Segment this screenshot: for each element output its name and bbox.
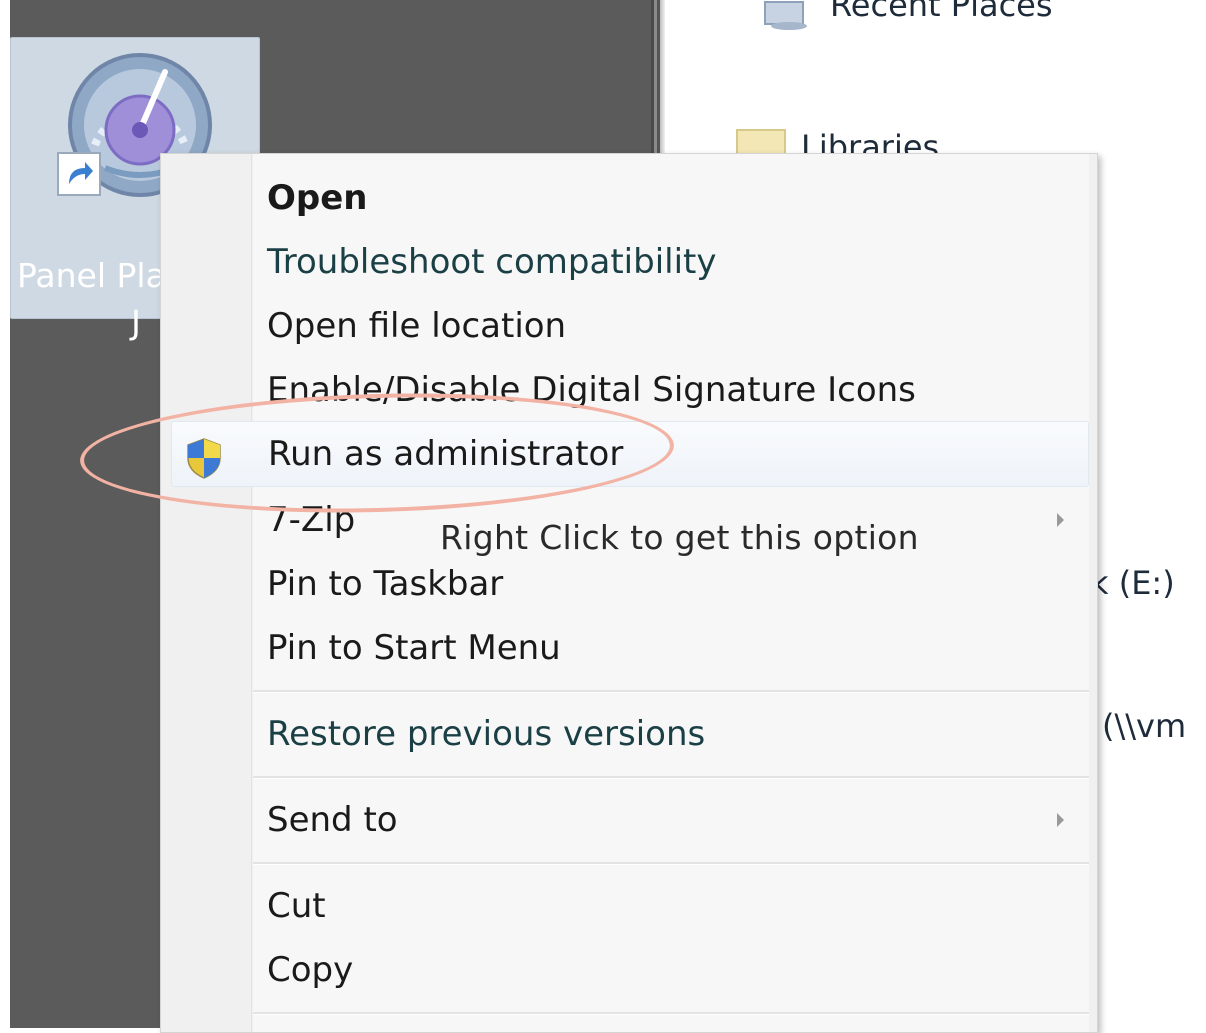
menu-item-cut[interactable]: Cut [161,874,1097,938]
menu-item-label: Open [267,178,368,218]
recent-places-icon [764,1,807,30]
menu-item-pin-to-taskbar[interactable]: Pin to Taskbar [161,552,1097,616]
nav-network-location[interactable]: (\\vm [1102,707,1186,745]
nav-drive-e[interactable]: k (E:) [1090,564,1175,602]
context-menu: Open Troubleshoot compatibility Open fil… [160,153,1098,1033]
menu-item-label: Troubleshoot compatibility [267,242,717,282]
menu-item-open-file-location[interactable]: Open file location [161,294,1097,358]
submenu-arrow-icon [1057,513,1064,527]
shortcut-arrow-icon [57,152,101,196]
desktop-edge [0,0,10,1028]
menu-item-label: Pin to Start Menu [267,628,561,668]
menu-separator [253,862,1089,865]
menu-item-label: Send to [267,800,398,840]
annotation-caption: Right Click to get this option [440,518,919,557]
menu-item-troubleshoot-compatibility[interactable]: Troubleshoot compatibility [161,230,1097,294]
menu-separator [253,1012,1089,1015]
menu-separator [253,776,1089,779]
menu-item-label: Open file location [267,306,567,346]
nav-recent-places[interactable]: Recent Places [830,0,1053,24]
menu-item-open[interactable]: Open [161,166,1097,230]
menu-item-label: Cut [267,886,326,926]
menu-item-label: Pin to Taskbar [267,564,504,604]
menu-item-label: Restore previous versions [267,714,706,754]
menu-item-send-to[interactable]: Send to [161,788,1097,852]
menu-item-copy[interactable]: Copy [161,938,1097,1002]
menu-item-label: Copy [267,950,354,990]
menu-item-restore-previous-versions[interactable]: Restore previous versions [161,702,1097,766]
submenu-arrow-icon [1057,813,1064,827]
libraries-icon [736,129,786,156]
menu-item-pin-to-start-menu[interactable]: Pin to Start Menu [161,616,1097,680]
menu-separator [253,690,1089,693]
